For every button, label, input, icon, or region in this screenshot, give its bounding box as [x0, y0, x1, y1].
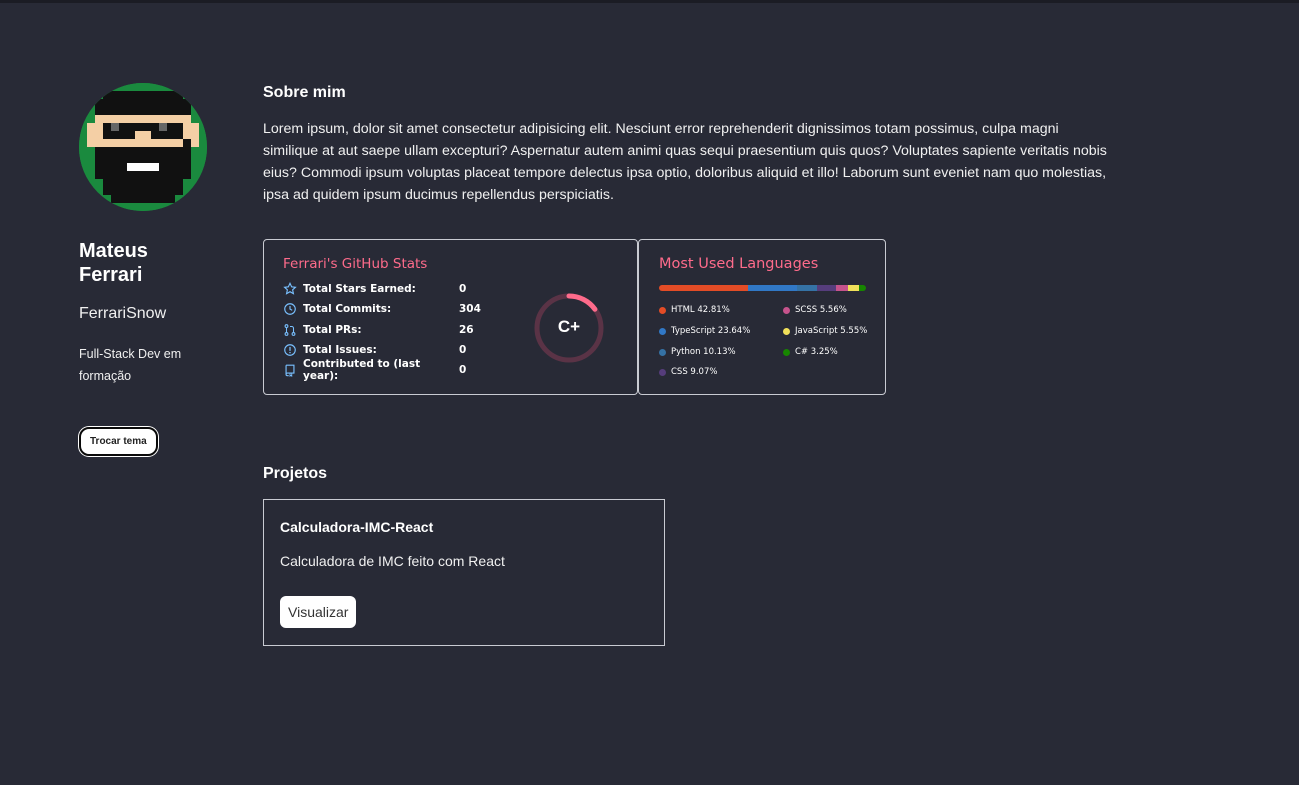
- star-icon: [283, 282, 297, 295]
- language-bar-segment: [796, 285, 818, 291]
- language-item-csharp: C# 3.25%: [783, 347, 838, 357]
- stat-label: Total PRs:: [303, 324, 362, 336]
- stat-value: 304: [459, 303, 481, 315]
- stat-row-stars: Total Stars Earned: 0: [283, 281, 499, 297]
- stat-label: Total Issues:: [303, 344, 377, 356]
- repo-icon: [285, 364, 295, 377]
- about-section: Sobre mim Lorem ipsum, dolor sit amet co…: [263, 84, 1113, 206]
- github-stats-card: Ferrari's GitHub Stats Total Stars Earne…: [263, 239, 638, 395]
- stat-value: 0: [459, 364, 467, 376]
- project-card: Calculadora-IMC-React Calculadora de IMC…: [263, 499, 665, 646]
- projects-title: Projetos: [263, 465, 328, 482]
- profile-username: FerrariSnow: [79, 305, 167, 322]
- stat-label: Total Commits:: [303, 303, 392, 315]
- language-bar-segment: [859, 285, 866, 291]
- language-bar-segment: [836, 285, 848, 291]
- language-label: C# 3.25%: [795, 347, 838, 357]
- top-border: [0, 0, 1299, 3]
- language-label: JavaScript 5.55%: [795, 326, 868, 336]
- stat-label: Total Stars Earned:: [303, 283, 416, 295]
- about-title: Sobre mim: [263, 84, 346, 101]
- language-dot: [783, 306, 790, 314]
- pull-request-icon: [284, 324, 296, 336]
- language-item-scss: SCSS 5.56%: [783, 305, 847, 315]
- language-label: TypeScript 23.64%: [671, 326, 751, 336]
- pixel-avatar-image: [79, 83, 207, 211]
- project-description: Calculadora de IMC feito com React: [280, 553, 505, 569]
- language-dot: [659, 306, 666, 314]
- stat-value: 0: [459, 283, 467, 295]
- stat-row-commits: Total Commits: 304: [283, 301, 499, 317]
- issue-icon: [284, 344, 296, 356]
- stat-row-prs: Total PRs: 26: [283, 322, 499, 338]
- language-dot: [659, 327, 666, 335]
- github-cards: Ferrari's GitHub Stats Total Stars Earne…: [263, 239, 886, 395]
- stats-card-title: Ferrari's GitHub Stats: [283, 256, 428, 272]
- language-bar-segment: [747, 285, 797, 291]
- profile-sidebar: Mateus Ferrari FerrariSnow Full-Stack De…: [79, 83, 229, 456]
- stat-value: 26: [459, 324, 474, 336]
- view-project-button[interactable]: Visualizar: [280, 596, 357, 628]
- language-label: SCSS 5.56%: [795, 305, 847, 315]
- profile-name: Mateus Ferrari: [79, 240, 148, 286]
- language-dot: [783, 348, 790, 356]
- language-item-html: HTML 42.81%: [659, 305, 730, 315]
- project-name: Calculadora-IMC-React: [280, 519, 434, 535]
- language-dot: [659, 348, 666, 356]
- language-label: HTML 42.81%: [671, 305, 730, 315]
- language-dot: [783, 327, 790, 335]
- language-item-typescript: TypeScript 23.64%: [659, 326, 750, 336]
- stat-row-contributed: Contributed to (last year): 0: [283, 358, 499, 382]
- languages-card: Most Used Languages HTML 42.81% SCSS 5.5…: [638, 239, 886, 395]
- profile-bio: Full-Stack Dev em formação: [79, 347, 182, 383]
- language-bar-segment: [817, 285, 837, 291]
- language-item-javascript: JavaScript 5.55%: [783, 326, 867, 336]
- language-label: Python 10.13%: [671, 347, 736, 357]
- stat-row-issues: Total Issues: 0: [283, 342, 499, 358]
- avatar: [79, 83, 207, 211]
- rank-circle: C+: [534, 293, 604, 363]
- language-label: CSS 9.07%: [671, 367, 718, 377]
- stat-value: 0: [459, 344, 467, 356]
- about-text: Lorem ipsum, dolor sit amet consectetur …: [263, 121, 1107, 203]
- languages-bar: [659, 285, 866, 291]
- language-item-python: Python 10.13%: [659, 347, 736, 357]
- rank-grade: C+: [557, 317, 581, 336]
- stat-label: Contributed to (last year):: [303, 358, 421, 382]
- language-dot: [659, 368, 666, 376]
- history-icon: [284, 303, 296, 315]
- languages-card-title: Most Used Languages: [659, 256, 819, 272]
- language-bar-segment: [847, 285, 860, 291]
- toggle-theme-button[interactable]: Trocar tema: [79, 427, 158, 456]
- language-bar-segment: [659, 285, 748, 291]
- language-item-css: CSS 9.07%: [659, 367, 717, 377]
